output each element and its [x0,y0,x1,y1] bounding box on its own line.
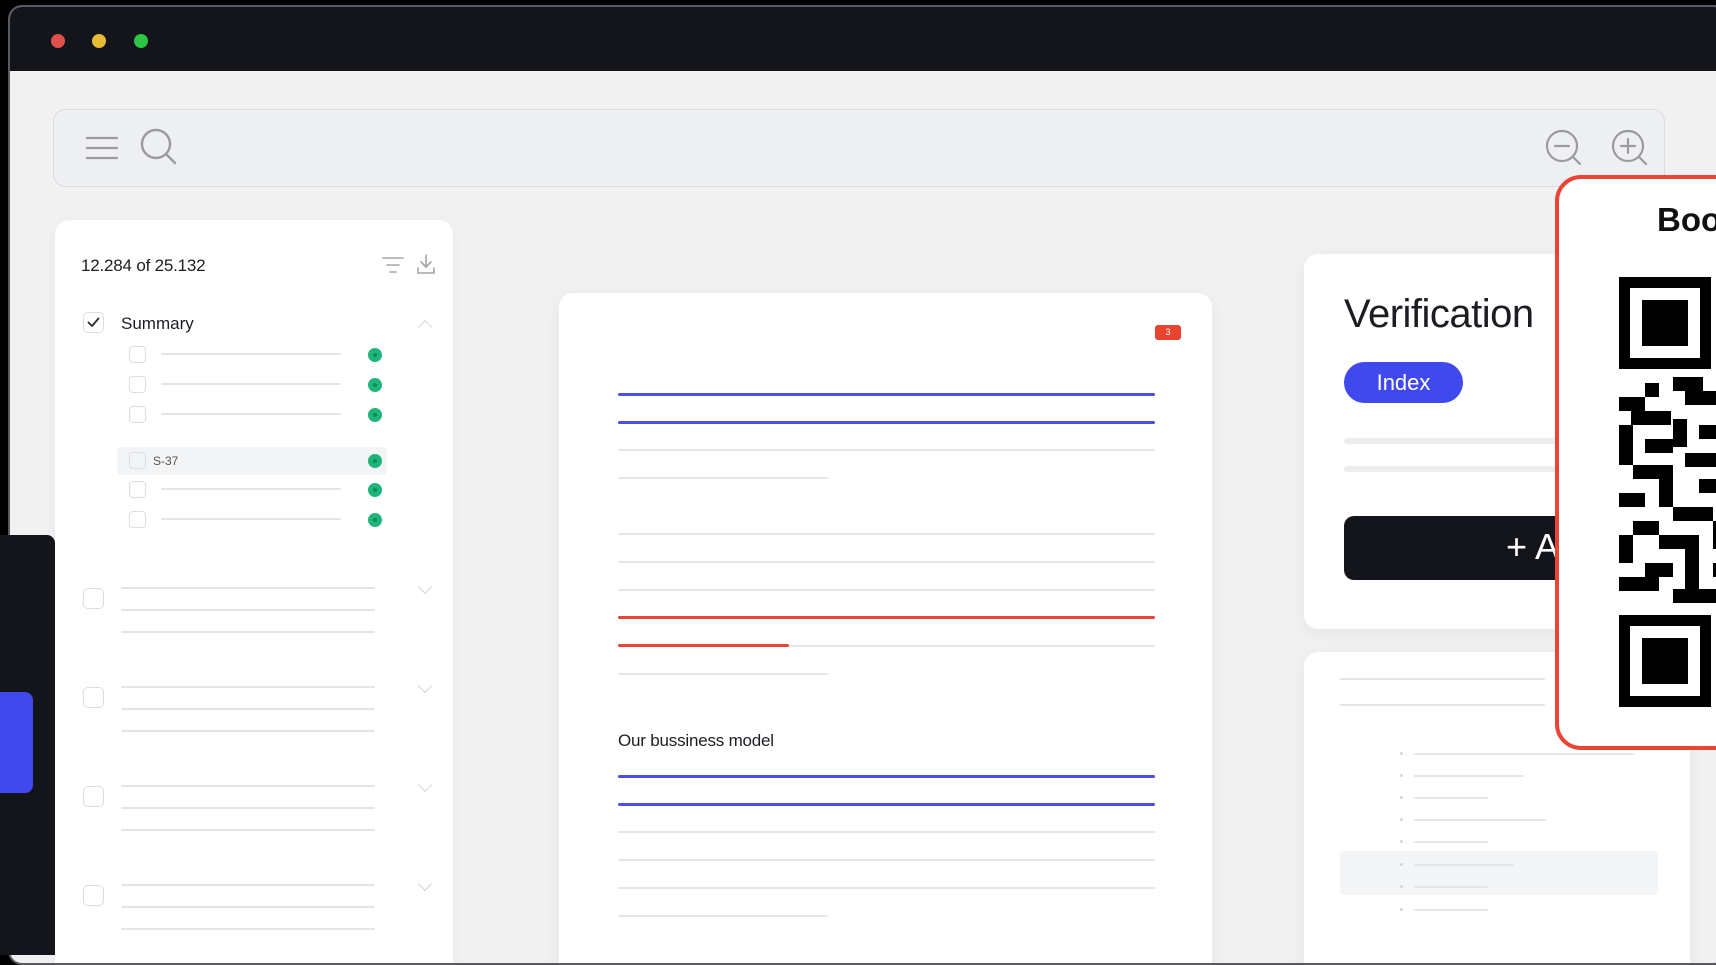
chevron-up-icon[interactable] [417,319,433,335]
item-checkbox[interactable] [129,452,146,469]
title-bar [10,7,1716,71]
summary-label: Summary [121,314,194,333]
group-checkbox[interactable] [83,687,104,708]
filter-icon[interactable] [382,256,404,274]
download-icon[interactable] [416,253,436,275]
zoom-in-icon[interactable] [1610,128,1650,168]
chevron-down-icon[interactable] [417,579,433,595]
app-window: 12.284 of 25.132 Summary S-37 3 Our buss… [8,5,1716,965]
error-line [618,616,1155,619]
item-checkbox[interactable] [129,511,146,528]
top-toolbar [53,109,1665,187]
item-checkbox[interactable] [129,376,146,393]
document-page: 3 Our bussiness model [559,293,1212,963]
result-count: 12.284 of 25.132 [81,256,206,275]
qr-code-icon [1619,277,1716,707]
qr-card-title: Boo [1657,201,1716,238]
status-dot [368,408,382,422]
error-line [618,644,789,647]
chevron-down-icon[interactable] [417,876,433,892]
selected-outline-item[interactable] [1340,851,1658,895]
verification-title: Verification [1344,292,1534,336]
side-tab-button[interactable] [0,692,33,793]
item-checkbox[interactable] [129,346,146,363]
close-window-button[interactable] [51,34,65,48]
list-item-highlighted[interactable]: S-37 [117,447,387,475]
chevron-down-icon[interactable] [417,777,433,793]
chevron-down-icon[interactable] [417,678,433,694]
status-dot [368,483,382,497]
section-heading: Our bussiness model [618,731,774,750]
group-checkbox[interactable] [83,588,104,609]
status-dot [368,513,382,527]
search-icon[interactable] [138,126,180,168]
qr-booking-card: Boo [1555,175,1716,750]
group-checkbox[interactable] [83,786,104,807]
menu-icon[interactable] [84,130,120,166]
status-dot [368,454,382,468]
maximize-window-button[interactable] [134,34,148,48]
highlight-line [618,421,1155,424]
item-label: S-37 [153,454,179,468]
status-dot [368,348,382,362]
item-checkbox[interactable] [129,481,146,498]
results-panel: 12.284 of 25.132 Summary S-37 [55,220,453,963]
highlight-line [618,775,1155,778]
highlight-line [618,393,1155,396]
minimize-window-button[interactable] [92,34,106,48]
index-tag[interactable]: Index [1344,362,1463,403]
page-badge: 3 [1155,325,1181,340]
item-checkbox[interactable] [129,406,146,423]
check-icon [87,317,100,327]
status-dot [368,378,382,392]
group-checkbox[interactable] [83,885,104,906]
zoom-out-icon[interactable] [1544,128,1584,168]
highlight-line [618,803,1155,806]
